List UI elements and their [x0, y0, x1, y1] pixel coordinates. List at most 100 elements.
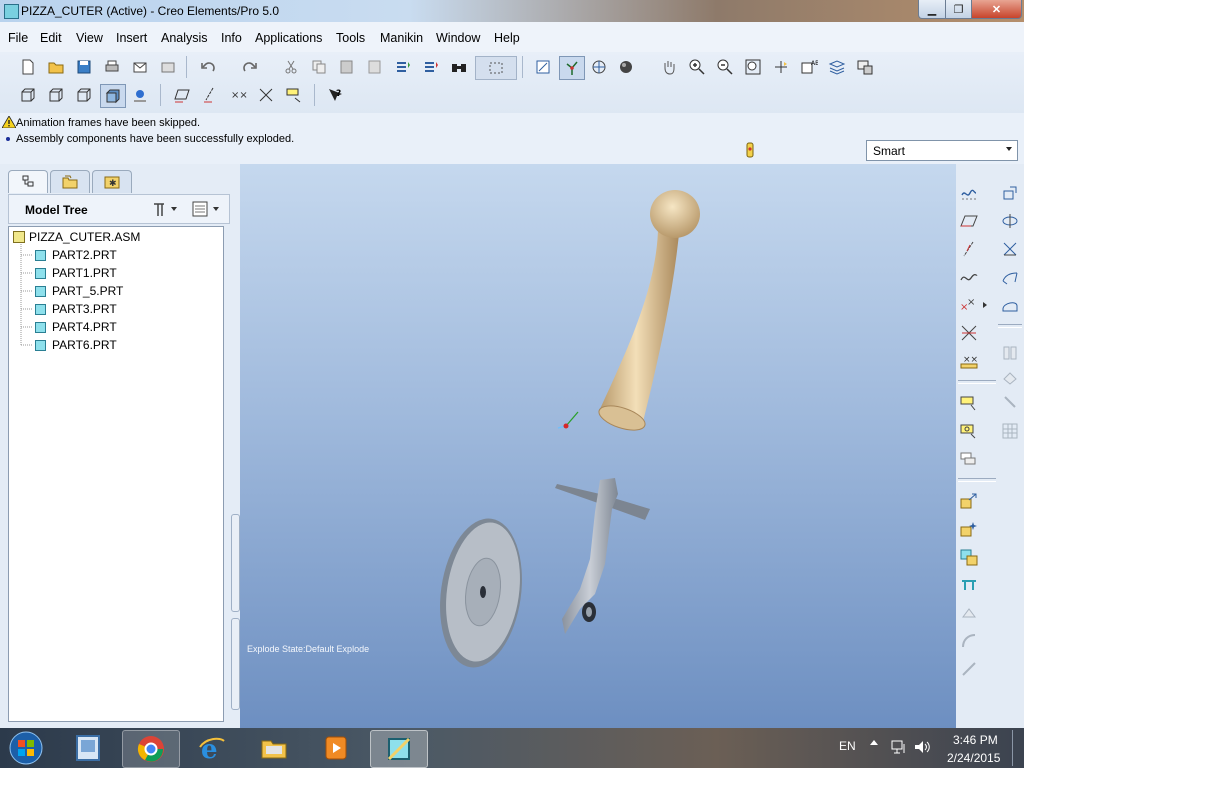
menu-insert[interactable]: Insert — [116, 31, 147, 45]
create-component-button[interactable] — [957, 518, 981, 540]
menu-window[interactable]: Window — [436, 31, 480, 45]
chamfer-button[interactable] — [957, 658, 981, 680]
open-button[interactable] — [44, 56, 68, 78]
selection-filter-dropdown[interactable]: Smart — [866, 140, 1018, 161]
tree-item-part[interactable]: PART6.PRT — [35, 336, 117, 354]
surface-finish-button[interactable] — [957, 448, 981, 470]
grid-button[interactable] — [998, 420, 1022, 442]
enhanced-realism-button[interactable] — [128, 84, 152, 106]
whats-this-button[interactable]: ? — [323, 84, 347, 106]
minimize-button[interactable]: ▁ — [918, 0, 946, 19]
menu-view[interactable]: View — [76, 31, 103, 45]
clock-date[interactable]: 2/24/2015 — [947, 751, 1000, 765]
taskbar-app-explorer-window[interactable] — [60, 730, 116, 766]
orient-mode-button[interactable] — [587, 56, 611, 78]
menu-tools[interactable]: Tools — [336, 31, 365, 45]
sketch-button[interactable] — [957, 182, 981, 204]
find-button[interactable] — [447, 56, 471, 78]
taskbar-app-internet-explorer[interactable]: e — [184, 730, 240, 766]
tab-folder-browser[interactable] — [50, 170, 90, 193]
trim-button[interactable] — [998, 392, 1022, 414]
taskbar-app-media-player[interactable] — [308, 730, 364, 766]
annotation-display-button[interactable] — [282, 84, 306, 106]
boundary-blend-button[interactable] — [998, 294, 1022, 316]
copy-button[interactable] — [307, 56, 331, 78]
menu-applications[interactable]: Applications — [255, 31, 322, 45]
print-button[interactable] — [100, 56, 124, 78]
tree-settings-button[interactable] — [151, 200, 179, 221]
redo-button[interactable] — [238, 56, 262, 78]
coordinate-systems-button[interactable] — [254, 84, 278, 106]
volume-icon[interactable] — [913, 738, 931, 759]
bracket-part[interactable] — [555, 478, 650, 634]
round-button[interactable] — [957, 630, 981, 652]
close-button[interactable]: ✕ — [971, 0, 1022, 19]
saved-views-button[interactable]: AB — [797, 56, 821, 78]
menu-file[interactable]: File — [8, 31, 28, 45]
show-desktop-button[interactable] — [1012, 730, 1023, 766]
menu-help[interactable]: Help — [494, 31, 520, 45]
menu-edit[interactable]: Edit — [40, 31, 62, 45]
zoom-in-button[interactable] — [685, 56, 709, 78]
tree-item-assembly[interactable]: PIZZA_CUTER.ASM — [13, 228, 140, 246]
curve-button[interactable] — [957, 266, 981, 288]
menu-manikin[interactable]: Manikin — [380, 31, 423, 45]
merge-button[interactable] — [998, 366, 1022, 388]
note-button[interactable] — [957, 392, 981, 414]
csys-button[interactable] — [957, 322, 981, 344]
view-manager-button[interactable] — [853, 56, 877, 78]
taskbar-app-creo[interactable] — [370, 730, 428, 768]
language-indicator[interactable]: EN — [839, 739, 856, 753]
panel-splitter[interactable] — [231, 514, 240, 710]
hidden-line-button[interactable] — [44, 84, 68, 106]
handle-part[interactable] — [596, 190, 700, 435]
redraw-button[interactable] — [531, 56, 555, 78]
regen-manager-button[interactable] — [419, 56, 443, 78]
zoom-out-button[interactable] — [713, 56, 737, 78]
start-button[interactable] — [4, 730, 48, 766]
paste-special-button[interactable] — [363, 56, 387, 78]
datum-planes-button[interactable] — [170, 84, 194, 106]
plane-button[interactable] — [957, 210, 981, 232]
assemble-button[interactable] — [957, 490, 981, 512]
tree-item-part[interactable]: PART3.PRT — [35, 300, 117, 318]
network-icon[interactable] — [890, 738, 908, 759]
revolve-button[interactable] — [998, 210, 1022, 232]
pan-button[interactable] — [657, 56, 681, 78]
send-link-button[interactable] — [156, 56, 180, 78]
maximize-button[interactable]: ❐ — [945, 0, 972, 19]
datum-points-button[interactable]: ×× — [226, 84, 250, 106]
surface-button[interactable] — [998, 266, 1022, 288]
no-hidden-button[interactable] — [72, 84, 96, 106]
tree-item-part[interactable]: PART_5.PRT — [35, 282, 123, 300]
paste-button[interactable] — [335, 56, 359, 78]
component-create-button[interactable] — [998, 182, 1022, 204]
pattern-button[interactable] — [998, 238, 1022, 260]
appearance-button[interactable] — [615, 56, 639, 78]
point-flyout-button[interactable] — [980, 294, 990, 316]
title-bar[interactable]: PIZZA_CUTER (Active) - Creo Elements/Pro… — [0, 0, 1024, 22]
wireframe-button[interactable] — [16, 84, 40, 106]
menu-info[interactable]: Info — [221, 31, 242, 45]
refit-button[interactable] — [741, 56, 765, 78]
repeat-component-button[interactable] — [957, 546, 981, 568]
hole-button[interactable] — [957, 602, 981, 624]
graphics-window[interactable]: Explode State:Default Explode — [240, 164, 956, 728]
taskbar-app-file-explorer[interactable] — [246, 730, 302, 766]
tree-item-part[interactable]: PART1.PRT — [35, 264, 117, 282]
analysis-button[interactable]: ×× — [957, 350, 981, 372]
save-button[interactable] — [72, 56, 96, 78]
tab-model-tree[interactable] — [8, 170, 48, 193]
cut-button[interactable] — [279, 56, 303, 78]
tree-item-part[interactable]: PART4.PRT — [35, 318, 117, 336]
cut-feature-button[interactable] — [957, 574, 981, 596]
symbol-button[interactable] — [957, 420, 981, 442]
show-hidden-icons-button[interactable] — [870, 740, 878, 745]
tree-show-button[interactable] — [191, 200, 221, 221]
point-button[interactable]: × × — [957, 294, 981, 316]
shading-button[interactable] — [100, 84, 126, 108]
tree-item-part[interactable]: PART2.PRT — [35, 246, 117, 264]
layers-button[interactable] — [825, 56, 849, 78]
tab-favorites[interactable]: ✱ — [92, 170, 132, 193]
mirror-button[interactable] — [998, 342, 1022, 364]
